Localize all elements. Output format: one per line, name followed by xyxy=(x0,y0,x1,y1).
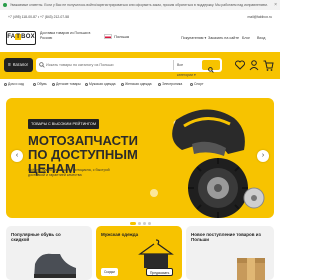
hero-subtitle: Всё что нужно для вашего мотоцикла, с бы… xyxy=(28,168,110,177)
site-tagline: Доставка товаров из Польши в Россию xyxy=(40,31,91,40)
favorites-icon[interactable] xyxy=(234,58,246,72)
category-label: Дом и сад xyxy=(8,82,24,86)
phone-numbers[interactable]: +7 (495) 118-00-87 • +7 (843) 212-07-58 xyxy=(8,12,69,22)
category-label: Детские товары xyxy=(56,82,81,86)
site-logo[interactable]: FATBOX xyxy=(6,31,36,45)
category-electronics[interactable]: Электроника xyxy=(158,79,182,89)
slider-next-button[interactable]: › xyxy=(257,150,269,162)
category-label: Обувь xyxy=(37,82,47,86)
box-image xyxy=(237,258,265,280)
kids-icon xyxy=(52,82,55,86)
notice-text: Уважаемые клиенты. Если у Вас не получил… xyxy=(9,3,268,7)
catalog-button[interactable]: ≡ Каталог xyxy=(4,58,33,72)
nav-order-on-site[interactable]: Заказать на сайте xyxy=(208,36,239,40)
category-strip: Дом и сад Обувь Детские товары Мужская о… xyxy=(0,79,280,89)
category-select[interactable]: Все категории ▾ xyxy=(173,60,197,77)
promo-card-mens[interactable]: Мужская одежда Скидки Предсказать xyxy=(96,226,182,280)
card-title: Мужская одежда xyxy=(101,232,139,237)
hanger-icon xyxy=(138,239,174,268)
category-shoes[interactable]: Обувь xyxy=(33,79,47,89)
slider-dot[interactable] xyxy=(142,222,146,225)
nav-buyers[interactable]: Покупателям ▾ xyxy=(181,36,206,40)
hero-image xyxy=(150,109,265,218)
cart-icon[interactable] xyxy=(262,58,274,72)
category-sport[interactable]: Спорт xyxy=(190,79,204,89)
promo-card-shoes[interactable]: Популярные обувь со скидкой xyxy=(6,226,92,280)
country-label: Польша xyxy=(114,34,129,39)
email-link[interactable]: mail@faktbox.ru xyxy=(247,12,272,22)
hero-banner[interactable]: ТОВАРЫ С ВЫСОКИМ РЕЙТИНГОМ МОТОЗАПЧАСТИ … xyxy=(6,98,274,218)
promo-card-new[interactable]: Новое поступление товаров из Польши xyxy=(186,226,274,280)
notice-bar: Уважаемые клиенты. Если у Вас не получил… xyxy=(0,0,280,10)
search-icon xyxy=(39,62,45,68)
shoe-icon xyxy=(33,82,36,86)
device-icon xyxy=(158,82,161,86)
shirt-icon xyxy=(85,82,88,86)
category-mens-clothing[interactable]: Мужская одежда xyxy=(85,79,116,89)
contact-line: +7 (495) 118-00-87 • +7 (843) 212-07-58 … xyxy=(0,12,280,22)
card-title: Популярные обувь со скидкой xyxy=(11,232,61,243)
close-icon[interactable]: × xyxy=(274,0,277,10)
slider-dot[interactable] xyxy=(137,222,141,225)
shoe-image xyxy=(34,253,76,278)
slider-dots xyxy=(0,222,280,225)
info-icon xyxy=(3,3,7,8)
menu-icon: ≡ xyxy=(8,62,11,68)
home-icon xyxy=(4,82,7,86)
dress-icon xyxy=(121,82,124,86)
category-label: Электроника xyxy=(162,82,183,86)
search-input[interactable] xyxy=(46,58,176,72)
predict-button[interactable]: Предсказать xyxy=(146,268,174,276)
search-go-icon xyxy=(208,67,214,73)
poland-flag-icon xyxy=(104,34,112,40)
slider-prev-button[interactable]: ‹ xyxy=(11,150,23,162)
site-header: FATBOX Доставка товаров из Польши в Росс… xyxy=(0,25,280,50)
search-box: Все категории ▾ xyxy=(36,58,222,77)
slider-dot[interactable] xyxy=(129,222,136,225)
sale-chip[interactable]: Скидки xyxy=(101,268,118,276)
category-label: Женская одежда xyxy=(125,82,152,86)
nav-login[interactable]: Вход xyxy=(257,36,265,40)
country-selector[interactable]: Польша xyxy=(104,33,129,41)
category-womens-clothing[interactable]: Женская одежда xyxy=(121,79,152,89)
slider-dot[interactable] xyxy=(147,222,151,225)
logo-text-right: BOX xyxy=(21,34,35,40)
search-bar: ≡Каталог Все категории ▾ xyxy=(0,52,280,79)
user-icon[interactable] xyxy=(248,58,260,72)
card-title: Новое поступление товаров из Польши xyxy=(191,232,261,243)
ball-icon xyxy=(190,82,193,86)
promo-cards: Популярные обувь со скидкой Мужская одеж… xyxy=(6,226,274,280)
hero-badge: ТОВАРЫ С ВЫСОКИМ РЕЙТИНГОМ xyxy=(28,119,99,129)
category-label: Мужская одежда xyxy=(89,82,116,86)
category-label: Спорт xyxy=(194,82,204,86)
catalog-label: Каталог xyxy=(12,62,29,67)
nav-blog[interactable]: Блог xyxy=(242,36,250,40)
category-home-garden[interactable]: Дом и сад xyxy=(4,79,24,89)
search-button[interactable] xyxy=(202,60,220,73)
category-kids[interactable]: Детские товары xyxy=(52,79,81,89)
